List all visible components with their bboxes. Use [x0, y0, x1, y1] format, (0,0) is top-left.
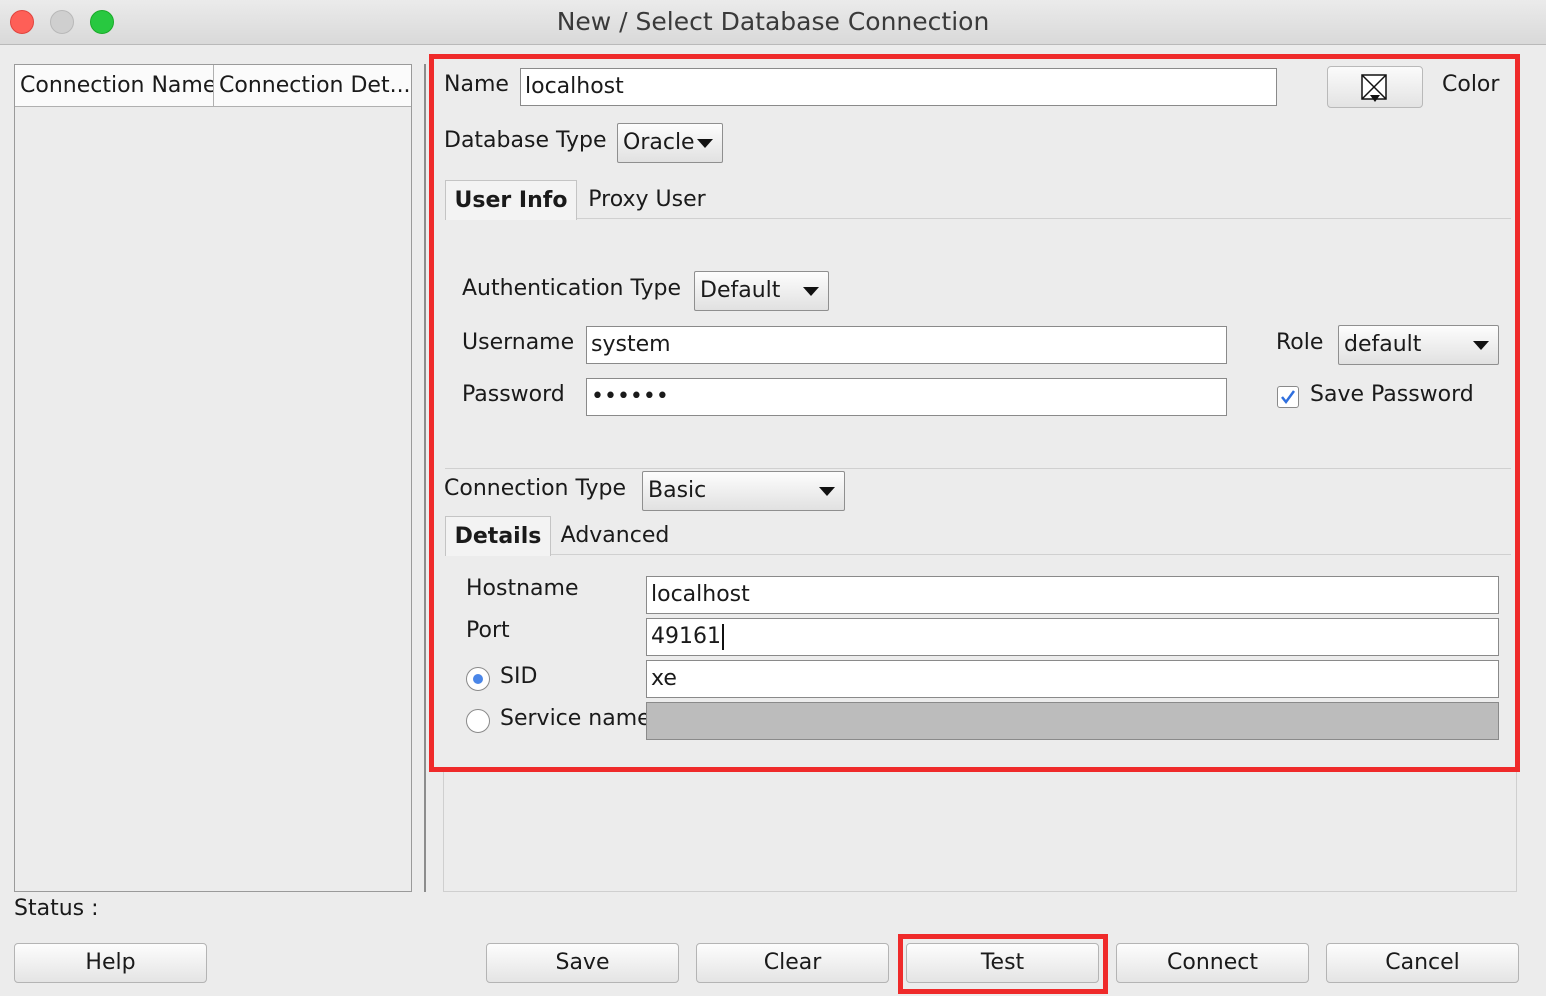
column-header-connection-details[interactable]: Connection Det...	[214, 65, 411, 107]
window-title: New / Select Database Connection	[556, 7, 990, 36]
status-label: Status :	[14, 896, 99, 921]
help-button[interactable]: Help	[14, 943, 207, 983]
cancel-button[interactable]: Cancel	[1326, 943, 1519, 983]
panel-splitter[interactable]	[424, 64, 426, 892]
form-empty-area	[443, 770, 1517, 892]
save-button[interactable]: Save	[486, 943, 679, 983]
form-highlight-box	[429, 54, 1520, 772]
clear-button[interactable]: Clear	[696, 943, 889, 983]
test-button-highlight-box	[898, 934, 1108, 994]
connect-button[interactable]: Connect	[1116, 943, 1309, 983]
column-header-connection-name[interactable]: Connection Name	[15, 65, 214, 107]
connection-list[interactable]: Connection Name Connection Det...	[14, 64, 412, 892]
